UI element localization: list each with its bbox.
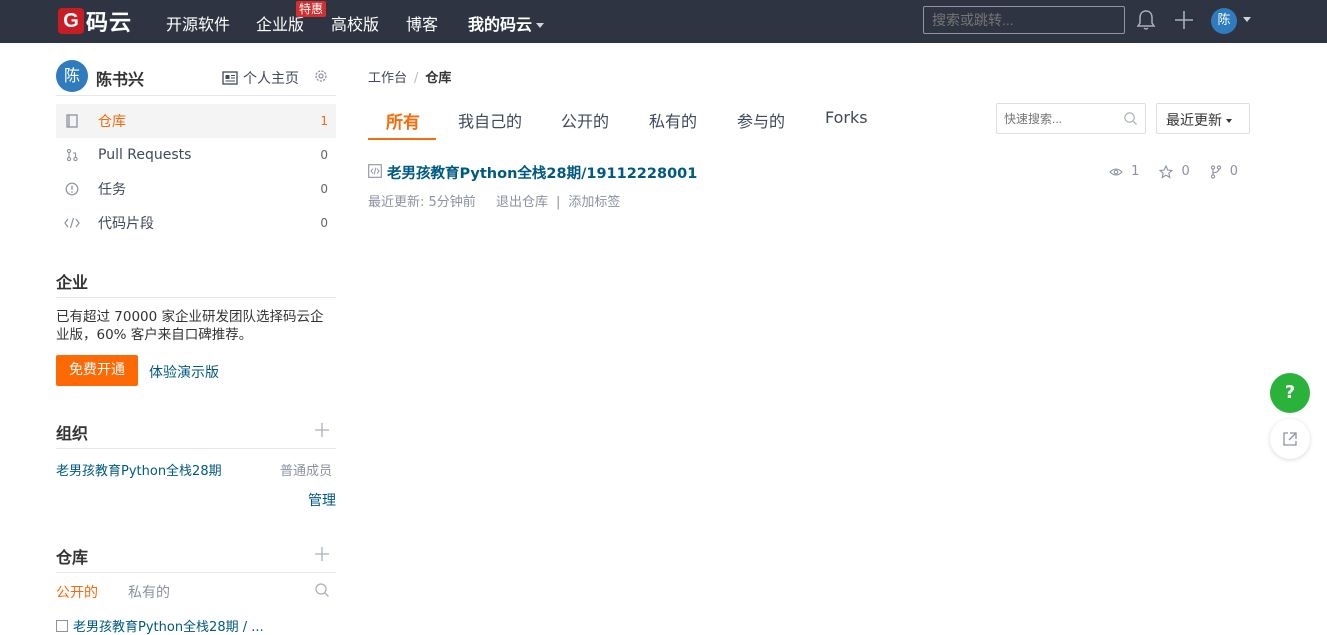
sidebar-item-snippets[interactable]: 代码片段 0 bbox=[56, 206, 336, 240]
breadcrumb-root[interactable]: 工作台 bbox=[368, 71, 407, 86]
enterprise-title: 企业 bbox=[56, 273, 89, 292]
side-tab-private[interactable]: 私有的 bbox=[128, 582, 170, 602]
logo-mark: G bbox=[58, 8, 84, 34]
star-icon bbox=[1159, 164, 1174, 179]
meta-divider: | bbox=[555, 195, 561, 210]
logo-text: 码云 bbox=[86, 11, 133, 36]
fork-stat[interactable]: 0 bbox=[1210, 164, 1238, 179]
search-icon[interactable] bbox=[314, 582, 330, 598]
breadcrumb: 工作台 / 仓库 bbox=[368, 67, 451, 86]
side-menu: 仓库 1 Pull Requests 0 任务 0 代码片段 0 bbox=[56, 104, 336, 240]
search-icon[interactable] bbox=[1123, 111, 1138, 126]
tab-mine[interactable]: 我自己的 bbox=[458, 108, 522, 132]
repo-meta: 最近更新: 5分钟前 退出仓库 | 添加标签 bbox=[368, 191, 620, 210]
side-tab-public[interactable]: 公开的 bbox=[56, 582, 98, 602]
plus-icon[interactable] bbox=[1173, 9, 1195, 31]
eye-icon bbox=[1109, 167, 1123, 176]
star-stat[interactable]: 0 bbox=[1159, 164, 1190, 179]
enterprise-desc-line: 业版，60% 客户来自口碑推荐。 bbox=[56, 327, 253, 343]
personal-home-label: 个人主页 bbox=[243, 71, 299, 87]
nav-open-source[interactable]: 开源软件 bbox=[166, 11, 230, 35]
avatar[interactable]: 陈 bbox=[56, 60, 88, 92]
chevron-down-icon bbox=[536, 23, 545, 28]
id-card-icon bbox=[222, 71, 238, 85]
breadcrumb-separator: / bbox=[414, 71, 419, 86]
global-search-input[interactable] bbox=[923, 6, 1125, 34]
hot-badge: 特惠 bbox=[296, 1, 327, 17]
sort-label: 最近更新 bbox=[1166, 113, 1222, 129]
chevron-down-icon[interactable] bbox=[1243, 17, 1251, 22]
pull-request-icon bbox=[64, 147, 80, 163]
nav-blog[interactable]: 博客 bbox=[406, 11, 438, 35]
nav-university[interactable]: 高校版 bbox=[331, 11, 379, 35]
org-manage-link[interactable]: 管理 bbox=[308, 490, 336, 510]
tab-all[interactable]: 所有 bbox=[386, 108, 420, 133]
enterprise-section-title: 企业 bbox=[56, 269, 336, 298]
top-navbar: G 码云 开源软件 企业版 特惠 高校版 博客 我的码云 陈 bbox=[0, 0, 1327, 43]
repo-stats: 1 0 0 bbox=[1095, 164, 1238, 179]
bell-icon[interactable] bbox=[1136, 9, 1156, 31]
issue-icon bbox=[64, 181, 80, 197]
sidebar-item-repos[interactable]: 仓库 1 bbox=[56, 104, 336, 138]
watch-stat[interactable]: 1 bbox=[1109, 164, 1139, 179]
gear-icon[interactable] bbox=[314, 69, 328, 83]
external-link-icon bbox=[1283, 432, 1297, 446]
tab-private[interactable]: 私有的 bbox=[649, 108, 697, 132]
personal-home-link[interactable]: 个人主页 bbox=[222, 68, 299, 88]
exit-repo-link[interactable]: 退出仓库 bbox=[496, 195, 548, 210]
repo-title-link[interactable]: 老男孩教育Python全栈28期/19112228001 bbox=[387, 162, 697, 183]
org-title: 组织 bbox=[56, 424, 89, 443]
sidebar-item-pull-requests[interactable]: Pull Requests 0 bbox=[56, 138, 336, 172]
org-item-name[interactable]: 老男孩教育Python全栈28期 bbox=[56, 460, 222, 479]
feedback-button[interactable] bbox=[1270, 419, 1310, 459]
star-count: 0 bbox=[1181, 164, 1190, 179]
org-section-title: 组织 bbox=[56, 420, 336, 449]
help-button[interactable]: ? bbox=[1270, 373, 1310, 413]
tab-forks[interactable]: Forks bbox=[825, 108, 868, 127]
nav-my-gitee[interactable]: 我的码云 bbox=[468, 11, 545, 35]
demo-link[interactable]: 体验演示版 bbox=[149, 362, 219, 382]
chevron-down-icon bbox=[1226, 119, 1232, 123]
breadcrumb-current: 仓库 bbox=[425, 71, 452, 86]
code-icon bbox=[64, 215, 80, 231]
add-tag-link[interactable]: 添加标签 bbox=[568, 195, 620, 210]
enterprise-description: 已有超过 70000 家企业研发团队选择码云企 业版，60% 客户来自口碑推荐。 bbox=[56, 308, 336, 344]
side-repo-item[interactable]: 老男孩教育Python全栈28期 / ... bbox=[56, 616, 264, 635]
repo-updated: 最近更新: 5分钟前 bbox=[368, 195, 476, 210]
active-tab-underline bbox=[368, 138, 436, 140]
add-org-plus-icon[interactable] bbox=[314, 422, 330, 438]
org-item-role: 普通成员 bbox=[280, 464, 333, 479]
sidebar-item-count: 0 bbox=[320, 216, 328, 230]
user-name[interactable]: 陈书兴 bbox=[96, 66, 144, 90]
free-trial-button[interactable]: 免费开通 bbox=[56, 355, 138, 386]
nav-my-gitee-label: 我的码云 bbox=[468, 15, 533, 34]
fork-count: 0 bbox=[1229, 164, 1238, 179]
sidebar-item-issues[interactable]: 任务 0 bbox=[56, 172, 336, 206]
watch-count: 1 bbox=[1131, 164, 1140, 179]
sort-dropdown[interactable]: 最近更新 bbox=[1156, 103, 1250, 134]
sidebar-item-label: Pull Requests bbox=[98, 147, 192, 163]
user-avatar-top[interactable]: 陈 bbox=[1211, 8, 1237, 34]
user-header: 陈 陈书兴 个人主页 bbox=[56, 60, 336, 96]
tab-public[interactable]: 公开的 bbox=[561, 108, 609, 132]
sidebar-item-count: 0 bbox=[320, 182, 328, 196]
side-repo-label: 老男孩教育Python全栈28期 / ... bbox=[73, 620, 264, 635]
sidebar-item-label: 仓库 bbox=[98, 114, 126, 130]
add-repo-plus-icon[interactable] bbox=[314, 546, 330, 562]
sidebar-item-count: 1 bbox=[320, 114, 328, 128]
tab-participated[interactable]: 参与的 bbox=[737, 108, 785, 132]
enterprise-desc-line: 已有超过 70000 家企业研发团队选择码云企 bbox=[56, 309, 324, 325]
gitee-logo[interactable]: G 码云 bbox=[58, 7, 133, 36]
fork-icon bbox=[1210, 164, 1221, 179]
repo-section-title: 仓库 bbox=[56, 544, 336, 573]
repo-icon bbox=[64, 113, 80, 129]
sidebar-item-label: 代码片段 bbox=[98, 216, 154, 232]
repo-icon bbox=[56, 619, 68, 632]
repo-title: 仓库 bbox=[56, 548, 89, 567]
code-repo-icon bbox=[368, 164, 382, 178]
sidebar-item-label: 任务 bbox=[98, 182, 126, 198]
sidebar-item-count: 0 bbox=[320, 148, 328, 162]
